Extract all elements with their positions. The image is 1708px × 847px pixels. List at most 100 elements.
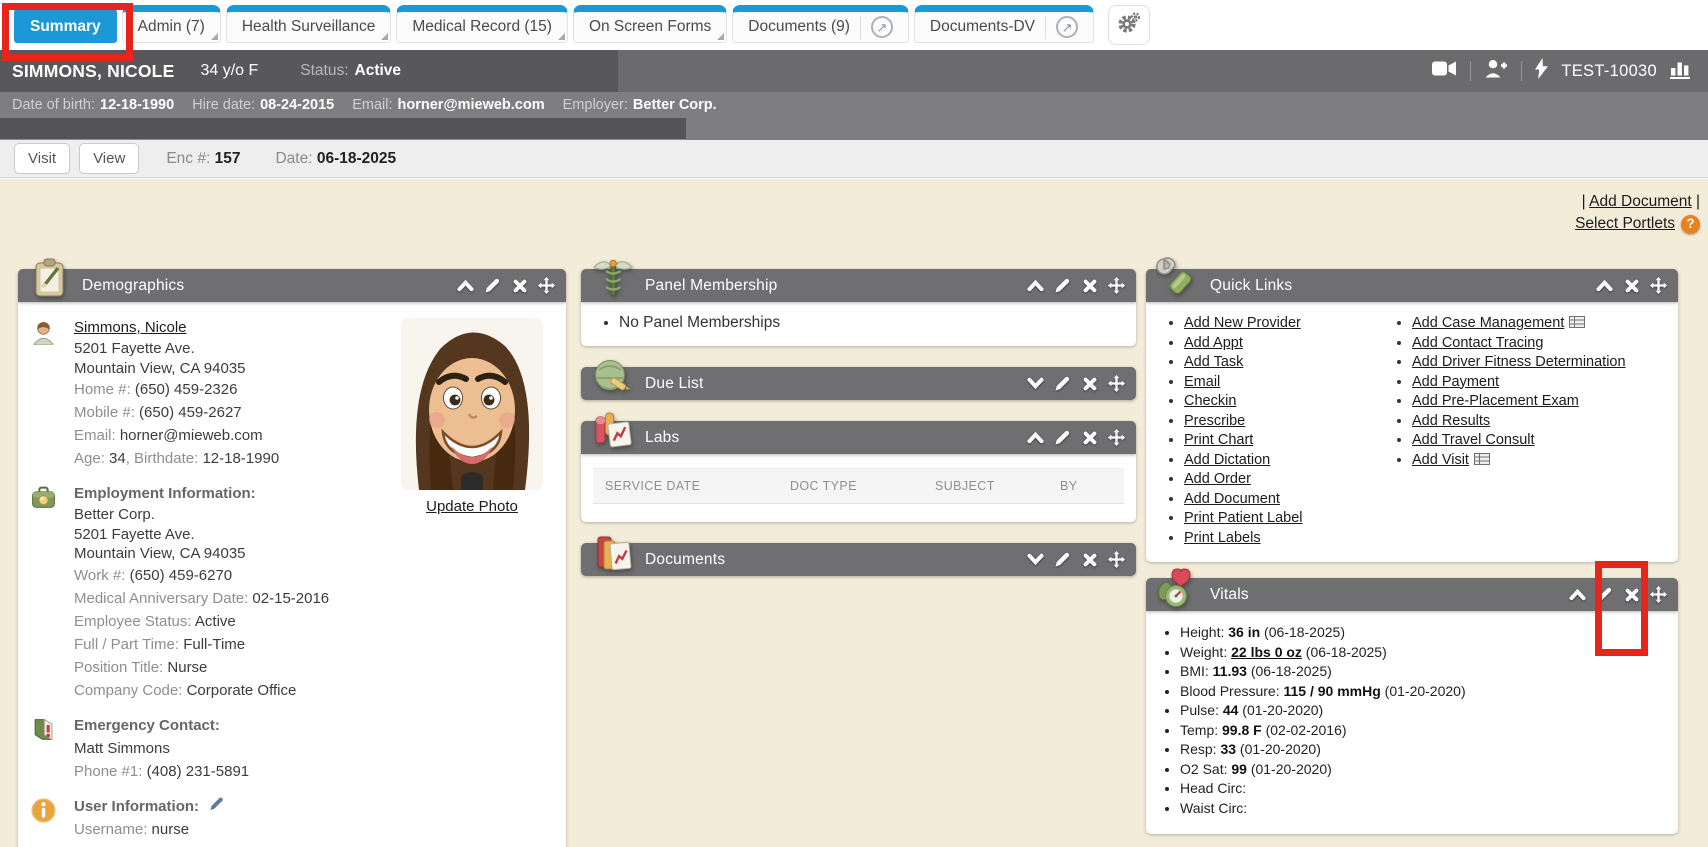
tab-documents-dv[interactable]: Documents-DV↗ [914,5,1094,43]
column-right: Quick Links Add New ProviderAdd ApptAdd … [1146,179,1678,847]
employment-field: Work #: (650) 459-6270 [74,564,386,587]
portlet-title: Labs [645,429,679,447]
move-icon[interactable] [1108,552,1125,568]
quick-link[interactable]: Print Patient Label [1184,510,1303,526]
move-icon[interactable] [1650,278,1667,294]
quick-link[interactable]: Prescribe [1184,413,1245,429]
move-icon[interactable] [1650,587,1667,603]
tab-label: On Screen Forms [589,18,711,36]
quick-link[interactable]: Add Case Management [1412,315,1564,331]
tab-summary[interactable]: Summary [14,5,117,43]
open-in-new-icon[interactable]: ↗ [871,16,893,38]
close-icon[interactable] [1081,278,1098,294]
detail-value: 12-18-1990 [100,97,174,113]
quick-link[interactable]: Add Task [1184,354,1243,370]
quick-link[interactable]: Add Results [1412,413,1490,429]
tab-settings-button[interactable] [1108,5,1150,45]
vital-value: 99 [1231,761,1247,777]
vital-label: Blood Pressure: [1180,683,1284,699]
tab-documents-9-[interactable]: Documents (9)↗ [732,5,909,43]
collapse-icon[interactable] [1027,278,1044,294]
portlet-controls [1569,587,1678,603]
quick-link[interactable]: Add Contact Tracing [1412,335,1543,351]
quick-link[interactable]: Add Appt [1184,335,1243,351]
move-icon[interactable] [1108,278,1125,294]
move-icon[interactable] [538,278,555,294]
vital-value-link[interactable]: 22 lbs 0 oz [1231,644,1302,660]
field-value: (650) 459-2627 [139,404,242,421]
update-photo-link[interactable]: Update Photo [426,498,518,515]
quick-link[interactable]: Add New Provider [1184,315,1301,331]
quick-link[interactable]: Print Chart [1184,432,1253,448]
open-in-new-icon[interactable]: ↗ [1056,16,1078,38]
quick-link[interactable]: Add Payment [1412,374,1499,390]
select-portlets-link[interactable]: Select Portlets [1575,213,1675,235]
quick-link[interactable]: Print Labels [1184,530,1261,546]
documents-icon [591,530,635,574]
quick-link[interactable]: Add Document [1184,491,1280,507]
move-icon[interactable] [1108,376,1125,392]
tab-medical-record-15-[interactable]: Medical Record (15) [396,5,568,43]
view-button[interactable]: View [79,143,139,174]
field-value: Nurse [167,659,207,676]
visit-button[interactable]: Visit [14,143,70,174]
patient-name-link[interactable]: Simmons, Nicole [74,319,187,336]
expand-icon[interactable] [1027,552,1044,568]
close-icon[interactable] [1623,278,1640,294]
collapse-icon[interactable] [1569,587,1586,603]
collapse-icon[interactable] [1027,430,1044,446]
field-value: nurse [152,821,190,838]
field-value: 34 [109,450,126,467]
field-value: (408) 231-5891 [147,763,250,780]
vital-label: Resp: [1180,741,1220,757]
help-icon[interactable]: ? [1681,215,1700,234]
portlet-controls [1596,278,1678,294]
collapse-icon[interactable] [457,278,474,294]
edit-icon[interactable] [1054,278,1071,294]
labs-table-header: SERVICE DATEDOC TYPESUBJECTBY [593,468,1124,504]
quick-link[interactable]: Add Travel Consult [1412,432,1535,448]
quick-link[interactable]: Add Dictation [1184,452,1270,468]
tab-label: Summary [30,18,101,36]
quick-link[interactable]: Add Driver Fitness Determination [1412,354,1626,370]
add-document-link[interactable]: Add Document [1589,193,1692,210]
field-label: Employee Status: [74,613,195,630]
encounter-date: Date: 06-18-2025 [275,150,396,168]
edit-icon[interactable] [1054,430,1071,446]
contact-field: Age: 34, Birthdate: 12-18-1990 [74,447,386,470]
collapse-icon[interactable] [1596,278,1613,294]
close-icon[interactable] [511,278,528,294]
tab-health-surveillance[interactable]: Health Surveillance [226,5,392,43]
edit-icon[interactable] [1054,376,1071,392]
move-icon[interactable] [1108,430,1125,446]
add-person-icon[interactable] [1484,59,1508,83]
tab-admin-7-[interactable]: Admin (7) [122,5,221,43]
lightning-bolt-icon[interactable] [1535,58,1548,84]
edit-icon[interactable] [1596,587,1613,603]
quick-link[interactable]: Add Visit [1412,452,1469,468]
tab-divider [860,16,861,39]
bar-chart-icon[interactable] [1670,59,1694,84]
field-label: Mobile #: [74,404,139,421]
status-label: Status: [300,62,348,80]
table-list-icon [1469,452,1490,468]
patient-header-scroll-track[interactable] [0,118,686,140]
tab-on-screen-forms[interactable]: On Screen Forms [573,5,727,43]
quick-link[interactable]: Add Pre-Placement Exam [1412,393,1579,409]
vital-label: BMI: [1180,663,1213,679]
quick-link[interactable]: Checkin [1184,393,1236,409]
video-camera-icon[interactable] [1432,60,1457,82]
close-icon[interactable] [1081,376,1098,392]
edit-pencil-icon[interactable] [209,798,224,815]
close-icon[interactable] [1623,587,1640,603]
edit-icon[interactable] [484,278,501,294]
divider-text: | [1582,193,1586,210]
close-icon[interactable] [1081,552,1098,568]
edit-icon[interactable] [1054,552,1071,568]
vital-label: O2 Sat: [1180,761,1231,777]
quick-link[interactable]: Email [1184,374,1220,390]
expand-icon[interactable] [1027,376,1044,392]
quick-link[interactable]: Add Order [1184,471,1251,487]
close-icon[interactable] [1081,430,1098,446]
field-label: Phone #1: [74,763,147,780]
